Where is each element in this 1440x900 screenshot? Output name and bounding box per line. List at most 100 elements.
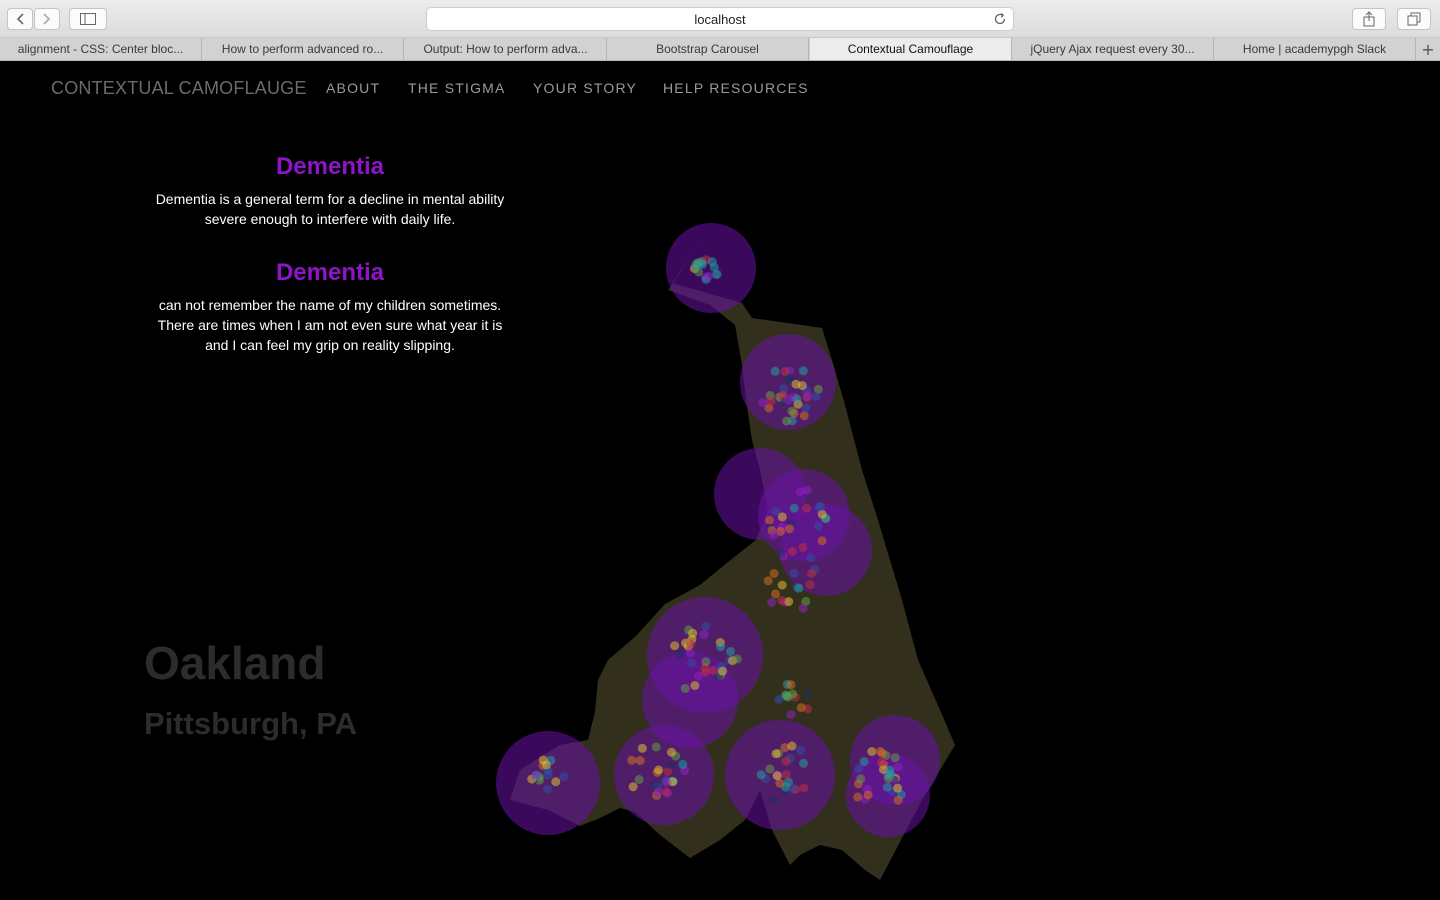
story-dot[interactable] — [780, 367, 790, 376]
story-dot[interactable] — [816, 501, 826, 511]
story-dot[interactable] — [701, 657, 711, 667]
story-dot[interactable] — [680, 683, 690, 693]
story-dot[interactable] — [678, 759, 688, 769]
story-dot[interactable] — [531, 770, 541, 780]
story-dot[interactable] — [791, 379, 801, 389]
story-dot[interactable] — [771, 749, 781, 759]
story-dot[interactable] — [813, 521, 823, 531]
sidebar-button[interactable] — [69, 8, 107, 30]
story-dot[interactable] — [654, 765, 664, 775]
story-dot[interactable] — [807, 569, 816, 578]
share-button[interactable] — [1352, 8, 1386, 30]
story-dot[interactable] — [707, 257, 717, 267]
story-dot[interactable] — [551, 777, 561, 787]
story-dot[interactable] — [716, 642, 726, 652]
story-dot[interactable] — [685, 648, 695, 658]
story-dot[interactable] — [708, 666, 718, 675]
story-dot[interactable] — [789, 568, 799, 578]
story-dot[interactable] — [893, 783, 903, 793]
brand-link[interactable]: CONTEXTUAL CAMOFLAUGE — [51, 78, 307, 99]
story-dot[interactable] — [661, 787, 671, 797]
back-button[interactable] — [7, 8, 33, 30]
story-dot[interactable] — [817, 536, 827, 546]
story-dot[interactable] — [635, 756, 645, 765]
story-dot[interactable] — [798, 366, 808, 376]
story-dot[interactable] — [700, 667, 710, 677]
story-dot[interactable] — [811, 391, 821, 401]
nav-help-resources[interactable]: HELP RESOURCES — [663, 80, 809, 96]
story-dot[interactable] — [803, 391, 813, 401]
story-dot[interactable] — [799, 411, 809, 421]
story-dot[interactable] — [687, 658, 696, 668]
story-dot[interactable] — [863, 790, 873, 800]
cluster-circle[interactable] — [614, 725, 714, 825]
story-dot[interactable] — [794, 583, 804, 593]
address-bar[interactable]: localhost — [426, 7, 1014, 31]
story-dot[interactable] — [802, 503, 811, 513]
forward-button[interactable] — [34, 8, 60, 30]
cluster-circle[interactable] — [496, 731, 600, 835]
story-dot[interactable] — [777, 596, 787, 605]
browser-tab-active[interactable]: Contextual Camouflage — [810, 38, 1012, 60]
new-tab-button[interactable]: + — [1416, 38, 1440, 60]
story-dot[interactable] — [758, 398, 768, 408]
story-dot[interactable] — [792, 394, 802, 404]
story-dot[interactable] — [798, 603, 808, 613]
story-dot[interactable] — [783, 692, 793, 702]
story-dot[interactable] — [877, 748, 887, 758]
story-dot[interactable] — [776, 549, 786, 558]
story-dot[interactable] — [805, 580, 815, 590]
nav-your-story[interactable]: YOUR STORY — [533, 80, 637, 96]
story-dot[interactable] — [787, 406, 797, 416]
story-dot[interactable] — [799, 758, 808, 768]
story-dot[interactable] — [779, 384, 789, 394]
nav-about[interactable]: ABOUT — [326, 80, 380, 96]
story-dot[interactable] — [783, 395, 793, 405]
story-dot[interactable] — [712, 270, 722, 279]
story-dot[interactable] — [771, 589, 780, 599]
story-dot[interactable] — [765, 515, 774, 525]
story-dot[interactable] — [806, 553, 816, 563]
story-dot[interactable] — [697, 259, 707, 269]
story-dot[interactable] — [787, 547, 797, 556]
story-dot[interactable] — [628, 782, 638, 792]
story-dot[interactable] — [769, 569, 779, 578]
browser-tab[interactable]: Home | academypgh Slack — [1214, 38, 1416, 60]
story-dot[interactable] — [785, 524, 794, 534]
browser-tab[interactable]: Bootstrap Carousel — [607, 38, 809, 60]
story-dot[interactable] — [777, 512, 787, 522]
story-dot[interactable] — [756, 770, 766, 780]
story-dot[interactable] — [686, 639, 695, 649]
story-dot[interactable] — [784, 777, 793, 787]
story-dot[interactable] — [699, 630, 709, 640]
story-dot[interactable] — [543, 784, 552, 794]
story-dot[interactable] — [718, 666, 728, 676]
story-dot[interactable] — [770, 366, 780, 376]
story-dot[interactable] — [854, 764, 864, 773]
story-dot[interactable] — [886, 769, 896, 779]
story-dot[interactable] — [690, 681, 700, 690]
story-dot[interactable] — [803, 689, 813, 699]
story-dot[interactable] — [787, 741, 797, 751]
story-dot[interactable] — [538, 755, 548, 765]
story-dot[interactable] — [799, 783, 809, 793]
story-dot[interactable] — [732, 654, 742, 664]
story-dot[interactable] — [559, 772, 569, 782]
story-dot[interactable] — [543, 770, 553, 780]
story-dot[interactable] — [782, 416, 792, 426]
story-dot[interactable] — [766, 396, 776, 406]
story-dot[interactable] — [675, 650, 685, 660]
story-dot[interactable] — [796, 745, 806, 755]
story-dot[interactable] — [769, 795, 779, 805]
story-dot[interactable] — [817, 509, 827, 519]
browser-tab[interactable]: Output: How to perform adva... — [405, 38, 607, 60]
story-dot[interactable] — [666, 760, 676, 770]
nav-the-stigma[interactable]: THE STIGMA — [408, 80, 506, 96]
story-dot[interactable] — [772, 771, 782, 781]
story-dot[interactable] — [653, 787, 663, 797]
browser-tab[interactable]: How to perform advanced ro... — [202, 38, 404, 60]
story-dot[interactable] — [890, 753, 900, 763]
story-dot[interactable] — [670, 641, 680, 651]
story-dot[interactable] — [789, 503, 799, 513]
story-dot[interactable] — [688, 628, 698, 638]
